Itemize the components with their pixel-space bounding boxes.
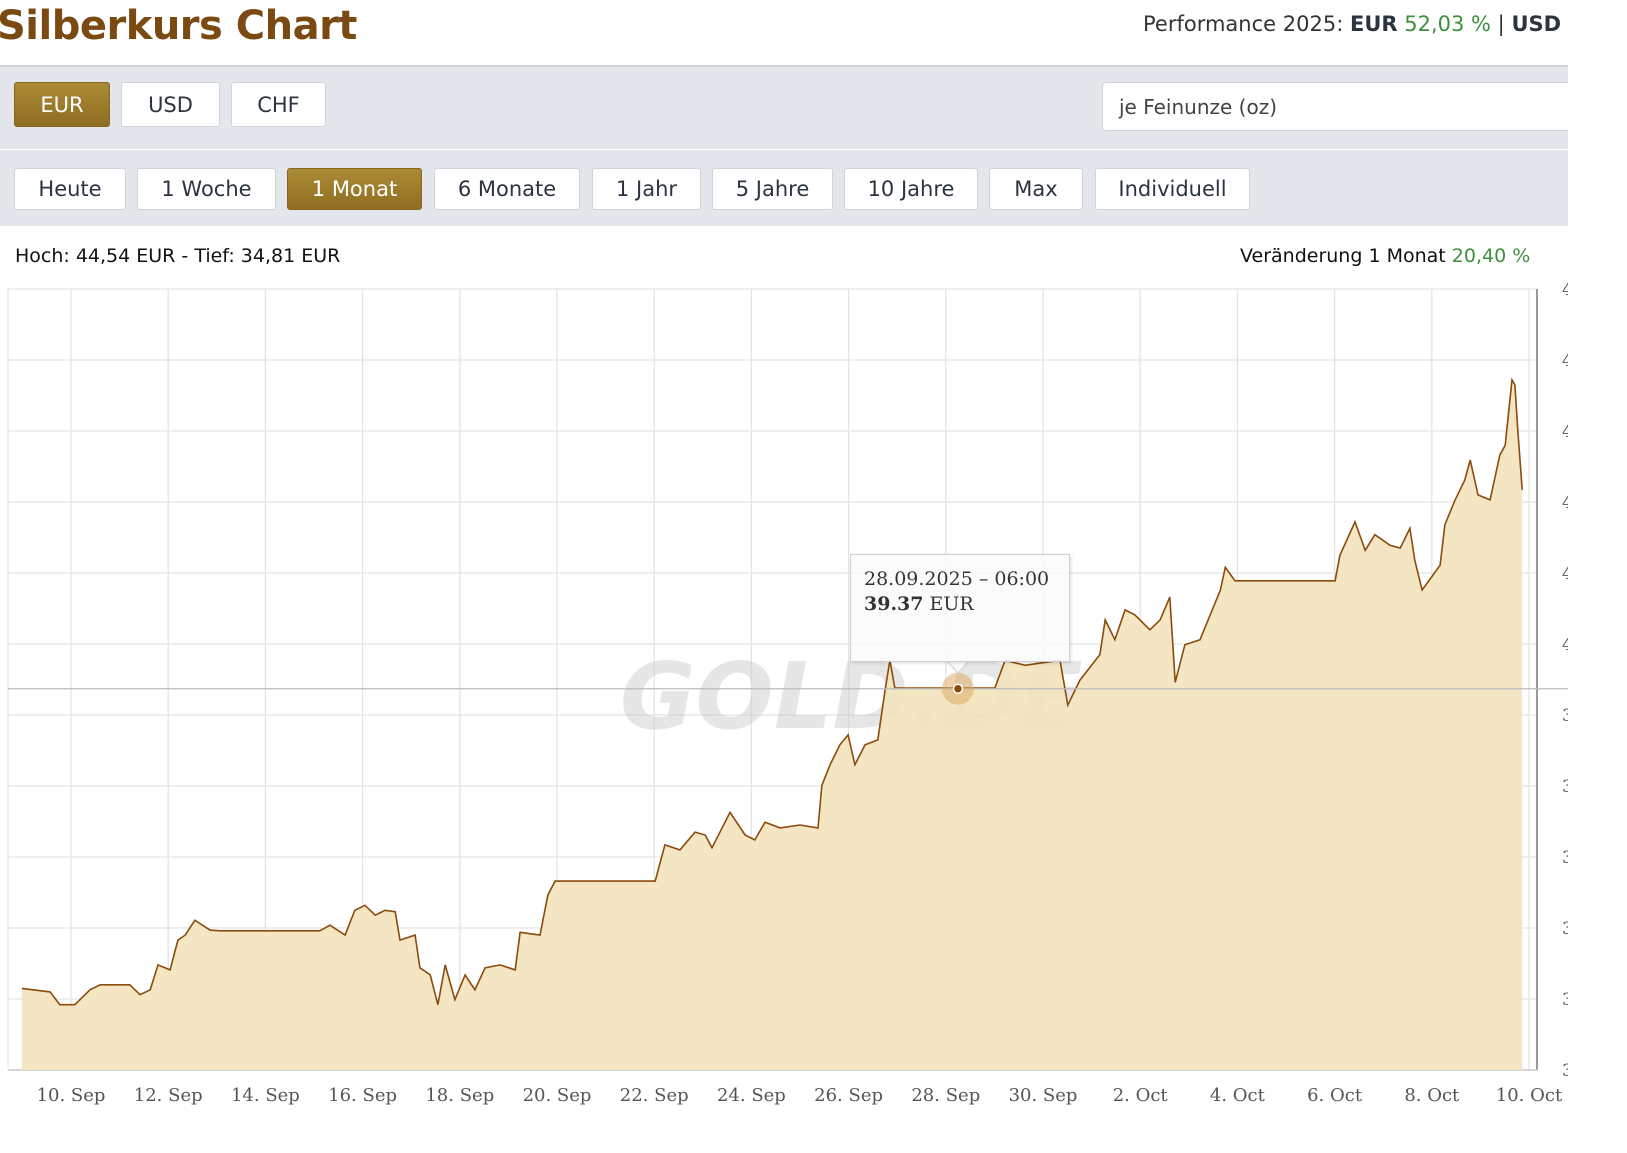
x-tick-label: 20. Sep	[523, 1085, 592, 1106]
y-tick-label: 37	[1562, 848, 1568, 868]
x-tick-label: 2. Oct	[1113, 1085, 1169, 1106]
tooltip-date: 28.09.2025 – 06:00	[864, 568, 1050, 590]
y-tick-label: 44	[1562, 351, 1568, 371]
x-tick-label: 12. Sep	[134, 1085, 203, 1106]
x-tick-label: 10. Oct	[1496, 1085, 1563, 1106]
y-tick-label: 34	[1562, 1061, 1568, 1081]
y-tick-label: 40	[1562, 635, 1568, 655]
tooltip-unit: EUR	[929, 593, 974, 615]
chart-tooltip: 28.09.2025 – 06:00 39.37 EUR	[850, 554, 1070, 662]
y-tick-label: 42	[1562, 493, 1568, 513]
page: Silberkurs Chart Performance 2025: EUR 5…	[0, 0, 1568, 1153]
x-tick-label: 26. Sep	[814, 1085, 883, 1106]
y-tick-label: 35	[1562, 990, 1568, 1010]
x-tick-label: 22. Sep	[620, 1085, 689, 1106]
price-chart[interactable]: GOLD.DE 10. Sep 12. Sep 14. Sep 16. Sep 18. …	[0, 0, 1568, 1153]
y-tick-label: 43	[1562, 422, 1568, 442]
x-tick-label: 18. Sep	[425, 1085, 494, 1106]
y-tick-label: 39	[1562, 706, 1568, 726]
hover-marker	[952, 683, 964, 694]
x-tick-label: 4. Oct	[1210, 1085, 1266, 1106]
x-tick-label: 24. Sep	[717, 1085, 786, 1106]
y-tick-label: 38	[1562, 777, 1568, 797]
x-tick-label: 6. Oct	[1307, 1085, 1363, 1106]
x-tick-label: 8. Oct	[1404, 1085, 1460, 1106]
y-tick-label: 45	[1562, 280, 1568, 300]
x-tick-label: 30. Sep	[1009, 1085, 1078, 1106]
x-tick-label: 16. Sep	[328, 1085, 397, 1106]
x-tick-label: 14. Sep	[231, 1085, 300, 1106]
tooltip-value: 39.37	[864, 593, 924, 615]
x-tick-label: 28. Sep	[911, 1085, 980, 1106]
y-tick-label: 36	[1562, 919, 1568, 939]
y-tick-label: 41	[1562, 564, 1568, 584]
x-tick-label: 10. Sep	[37, 1085, 106, 1106]
